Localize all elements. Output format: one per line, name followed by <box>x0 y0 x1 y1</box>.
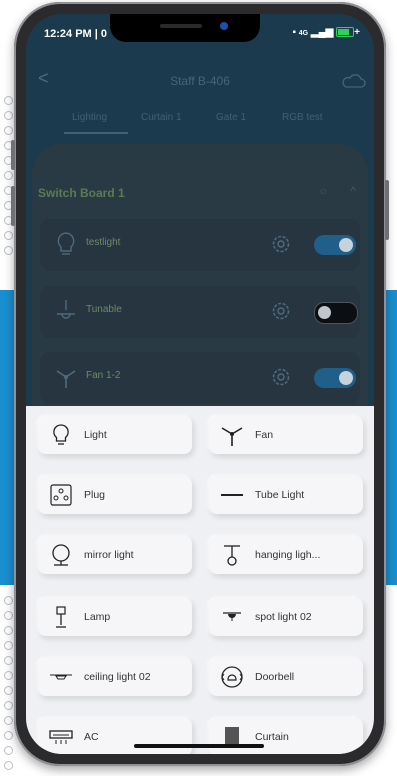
mirror-light-icon <box>52 544 70 566</box>
plug-icon <box>50 484 72 506</box>
device-name: Fan 1-2 <box>86 370 121 381</box>
spot-light-icon <box>223 612 241 621</box>
device-row[interactable]: Tunable <box>40 286 360 338</box>
device-type-label: Curtain <box>255 731 289 743</box>
device-type-spot-light[interactable]: spot light 02 <box>209 598 363 636</box>
device-toggle[interactable] <box>314 235 356 255</box>
device-type-curtain[interactable]: Curtain <box>209 718 363 754</box>
device-type-label: hanging ligh... <box>255 549 321 561</box>
phone-power-button <box>385 180 389 240</box>
mute-icon: ▪ <box>292 27 296 38</box>
bulb-icon <box>53 424 69 445</box>
decorative-dots-bottom <box>4 590 14 776</box>
device-type-tube-light[interactable]: Tube Light <box>209 476 363 514</box>
tunable-icon <box>57 300 75 319</box>
device-row[interactable]: testlight <box>40 219 360 271</box>
device-type-label: spot light 02 <box>255 611 312 623</box>
device-toggle[interactable] <box>314 302 358 324</box>
gear-icon[interactable] <box>270 233 292 255</box>
device-type-label: Fan <box>255 429 274 441</box>
device-type-label: Lamp <box>84 611 111 623</box>
device-type-ac[interactable]: AC <box>38 718 192 754</box>
device-type-label: mirror light <box>84 549 134 561</box>
device-type-label: Plug <box>84 489 106 501</box>
tab-rgb-test[interactable]: RGB test <box>282 112 323 123</box>
gear-icon[interactable] <box>270 300 292 322</box>
fan-icon <box>221 427 243 446</box>
device-type-label: Light <box>84 429 107 441</box>
device-type-ceiling-light[interactable]: ceiling light 02 <box>38 658 192 696</box>
device-type-label: AC <box>84 731 99 743</box>
refresh-icon[interactable]: ○ <box>320 184 327 198</box>
device-type-plug[interactable]: Plug <box>38 476 192 514</box>
tube-light-icon <box>221 494 243 496</box>
phone-volume-button <box>11 140 15 170</box>
chevron-up-icon[interactable]: ^ <box>350 184 356 198</box>
active-tab-indicator <box>64 132 128 134</box>
status-bar: 12:24 PM | 0 ▪ 4G ▂▄▆ + <box>26 14 374 48</box>
fan-icon <box>56 370 76 388</box>
switch-board-title: Switch Board 1 <box>38 186 125 200</box>
device-type-fan[interactable]: Fan <box>209 416 363 454</box>
device-type-lamp[interactable]: Lamp <box>38 598 192 636</box>
tab-curtain-1[interactable]: Curtain 1 <box>141 112 182 123</box>
device-name: Tunable <box>86 304 122 315</box>
device-type-light[interactable]: Light <box>38 416 192 454</box>
app-header: < Staff B-406 <box>26 54 374 104</box>
signal-label: 4G <box>298 30 309 37</box>
app-screen: 12:24 PM | 0 ▪ 4G ▂▄▆ + < Staff B-406 Li… <box>26 14 374 754</box>
device-type-label: Tube Light <box>255 489 305 501</box>
gear-icon[interactable] <box>270 366 292 388</box>
signal-icon: ▂▄▆ <box>310 27 334 38</box>
cloud-icon[interactable] <box>340 74 366 88</box>
charging-indicator: + <box>354 27 360 38</box>
device-type-mirror-light[interactable]: mirror light <box>38 536 192 574</box>
device-type-label: Doorbell <box>255 671 295 683</box>
device-name: testlight <box>86 237 121 248</box>
status-icons: ▪ 4G ▂▄▆ + <box>292 27 360 38</box>
ceiling-light-icon <box>50 674 72 680</box>
device-type-sheet: Light Fan Plug Tube Light mirror light h… <box>26 406 374 754</box>
device-row[interactable]: Fan 1-2 <box>40 352 360 404</box>
device-type-hanging-light[interactable]: hanging ligh... <box>209 536 363 574</box>
tab-lighting[interactable]: Lighting <box>72 112 107 123</box>
decorative-dots-top <box>4 90 14 261</box>
tab-gate-1[interactable]: Gate 1 <box>216 112 246 123</box>
phone-volume-button <box>11 186 15 226</box>
lamp-icon <box>56 606 66 628</box>
home-indicator[interactable] <box>134 744 264 748</box>
bulb-icon <box>57 232 75 255</box>
device-type-label: ceiling light 02 <box>84 671 151 683</box>
device-type-doorbell[interactable]: Doorbell <box>209 658 363 696</box>
ac-icon <box>49 730 73 744</box>
status-time: 12:24 PM | 0 <box>44 28 107 40</box>
page-title: Staff B-406 <box>170 74 230 88</box>
hanging-light-icon <box>224 545 240 566</box>
switch-board-controls: ○ ^ <box>320 184 356 198</box>
doorbell-icon <box>221 666 243 688</box>
room-tabs: Lighting Curtain 1 Gate 1 RGB test <box>26 112 374 142</box>
battery-icon <box>336 27 355 38</box>
device-toggle[interactable] <box>314 368 356 388</box>
